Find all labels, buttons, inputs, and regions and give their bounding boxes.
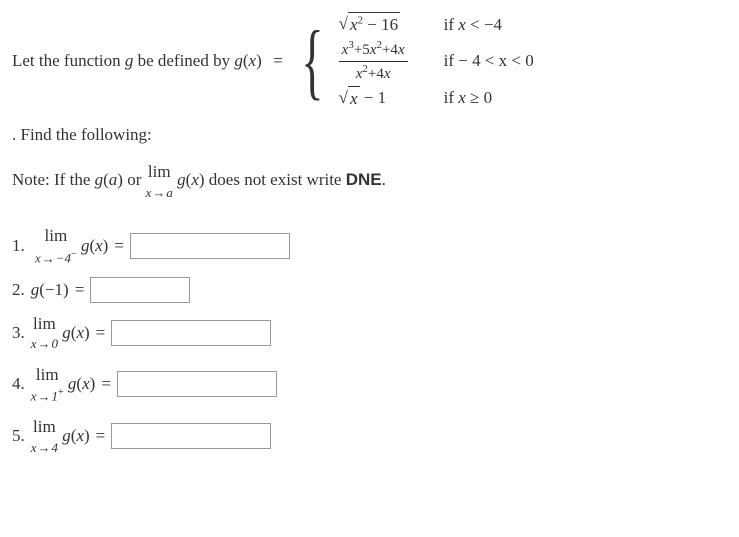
problems-list: 1. lim x→−4− g(x) = 2. g(−1) = 3. lim x→… bbox=[12, 224, 727, 457]
problem-3-input[interactable] bbox=[111, 320, 271, 346]
problem-4-lim: lim x→1+ bbox=[31, 363, 64, 406]
problem-5-lim: lim x→4 bbox=[31, 415, 58, 457]
problem-3-num: 3. bbox=[12, 321, 25, 345]
p1-if: if bbox=[444, 15, 459, 34]
p5-lim-top: lim bbox=[31, 415, 58, 439]
problem-1-lim: lim x→−4− bbox=[35, 224, 77, 267]
problem-4-num: 4. bbox=[12, 372, 25, 396]
p1-crel: < −4 bbox=[466, 15, 502, 34]
p2-expr: g(−1) bbox=[31, 278, 69, 302]
p2-if: if bbox=[444, 51, 459, 70]
problem-2: 2. g(−1) = bbox=[12, 277, 727, 303]
p3-crel: ≥ 0 bbox=[466, 88, 492, 107]
piece-1-expr: √x2 − 16 bbox=[339, 12, 408, 37]
piece-3-cond: if x ≥ 0 bbox=[444, 86, 534, 110]
p1-gx: g(x) bbox=[81, 234, 108, 258]
problem-3-lim: lim x→0 bbox=[31, 312, 58, 354]
p3-if: if bbox=[444, 88, 459, 107]
p2-crel: − 4 < x < 0 bbox=[458, 51, 534, 70]
problem-2-input[interactable] bbox=[90, 277, 190, 303]
p5-lim-bottom: x→4 bbox=[31, 439, 58, 457]
problem-5-input[interactable] bbox=[111, 423, 271, 449]
p1-lim-top: lim bbox=[35, 224, 77, 248]
p1-lim-bottom: x→−4− bbox=[35, 248, 77, 268]
problem-1-input[interactable] bbox=[130, 233, 290, 259]
p4-lim-top: lim bbox=[31, 363, 64, 387]
definition-intro: Let the function g be defined by g(x) = bbox=[12, 49, 286, 73]
g-of-x: g(x) bbox=[234, 51, 261, 70]
p3-gx: g(x) bbox=[62, 321, 89, 345]
note-ga: g(a) bbox=[95, 170, 123, 189]
p1-tail: − 16 bbox=[363, 15, 398, 34]
note-or: or bbox=[123, 170, 146, 189]
function-definition: Let the function g be defined by g(x) = … bbox=[12, 12, 727, 111]
note-lim-br: a bbox=[166, 185, 173, 200]
problem-5: 5. lim x→4 g(x) = bbox=[12, 415, 727, 457]
note-lim: limx→a bbox=[146, 160, 173, 202]
problem-4-input[interactable] bbox=[117, 371, 277, 397]
piece-3-expr: √x − 1 bbox=[339, 86, 408, 111]
note-lim-top: lim bbox=[146, 160, 173, 184]
piece-2-expr: x3+5x2+4x x2+4x bbox=[339, 38, 408, 85]
piece-1-cond: if x < −4 bbox=[444, 13, 534, 37]
p3-cvar: x bbox=[458, 88, 466, 107]
left-brace-icon: { bbox=[301, 19, 323, 104]
note-dne: DNE bbox=[346, 170, 382, 189]
intro-text: Let the function bbox=[12, 51, 125, 70]
note-dne-text: does not exist write bbox=[205, 170, 346, 189]
problem-2-num: 2. bbox=[12, 278, 25, 302]
p1-cvar: x bbox=[458, 15, 466, 34]
defined-by-text: be defined by bbox=[133, 51, 234, 70]
note-gx: g(x) bbox=[177, 170, 204, 189]
p5-gx: g(x) bbox=[62, 424, 89, 448]
problem-3: 3. lim x→0 g(x) = bbox=[12, 312, 727, 354]
find-following-text: . Find the following: bbox=[12, 123, 727, 147]
note-period: . bbox=[382, 170, 386, 189]
p3-var: x bbox=[350, 89, 358, 108]
note-prefix: Note: If the bbox=[12, 170, 95, 189]
problem-4: 4. lim x→1+ g(x) = bbox=[12, 363, 727, 406]
note-lim-arr: → bbox=[151, 185, 166, 200]
piece-2-cond: if − 4 < x < 0 bbox=[444, 49, 534, 73]
p3-lim-top: lim bbox=[31, 312, 58, 336]
p4-lim-bottom: x→1+ bbox=[31, 386, 64, 406]
p1-var: x bbox=[350, 15, 358, 34]
piecewise-grid: √x2 − 16 if x < −4 x3+5x2+4x x2+4x if − … bbox=[339, 12, 534, 111]
note-text: Note: If the g(a) or limx→a g(x) does no… bbox=[12, 160, 727, 202]
p3-tail: − 1 bbox=[360, 88, 387, 107]
problem-1: 1. lim x→−4− g(x) = bbox=[12, 224, 727, 267]
p3-lim-bottom: x→0 bbox=[31, 335, 58, 353]
p4-gx: g(x) bbox=[68, 372, 95, 396]
problem-1-num: 1. bbox=[12, 234, 25, 258]
problem-5-num: 5. bbox=[12, 424, 25, 448]
